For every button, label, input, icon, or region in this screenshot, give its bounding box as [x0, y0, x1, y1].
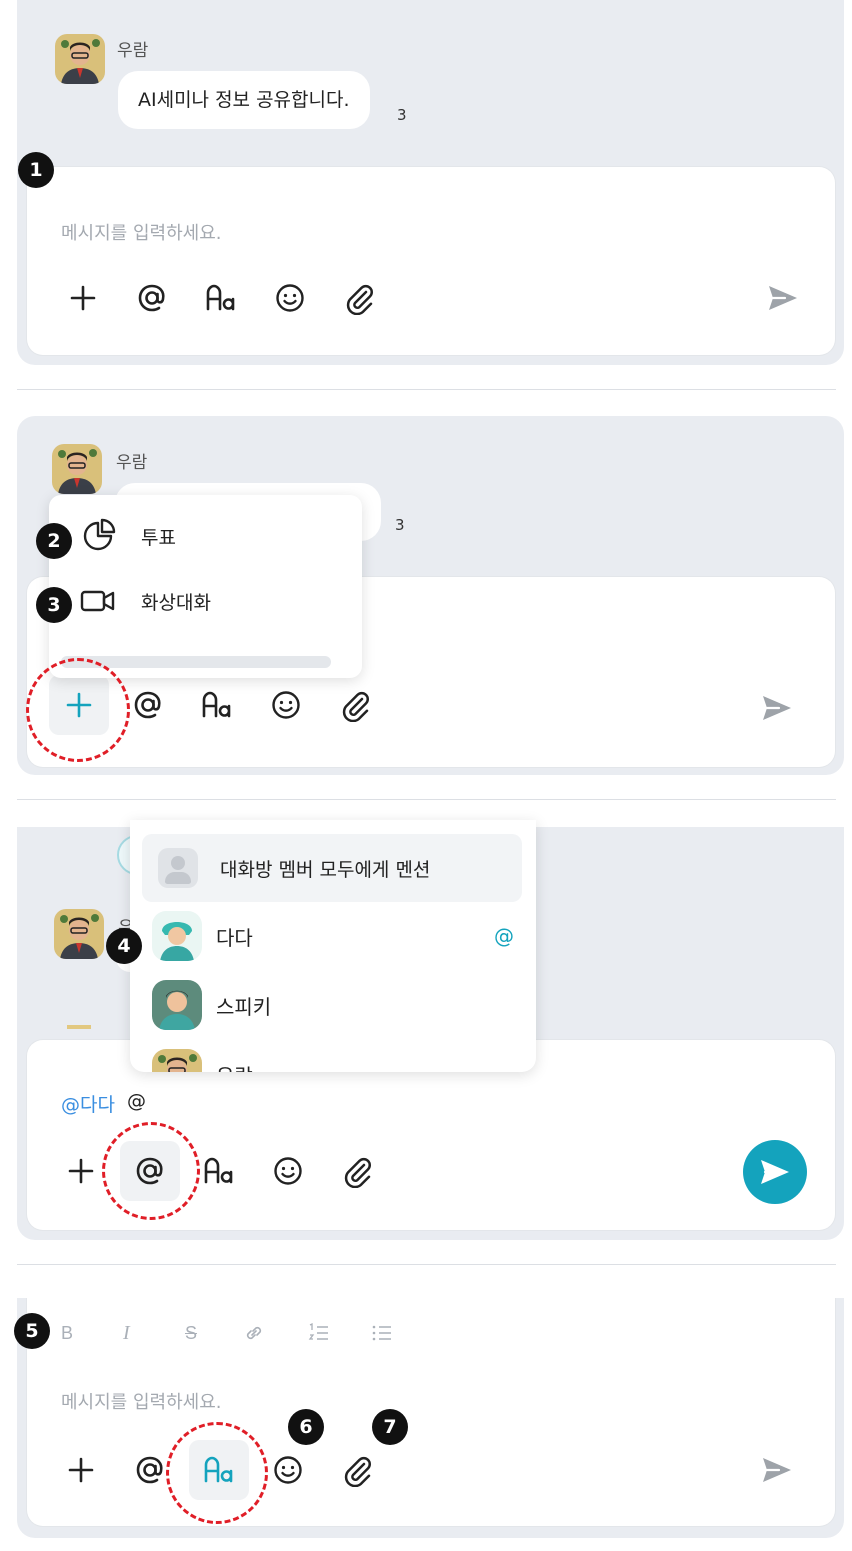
avatar[interactable] [54, 909, 104, 959]
menu-item-video-call[interactable]: 화상대화 [79, 582, 211, 620]
highlight-circle [26, 658, 130, 762]
paperclip-icon [340, 1154, 374, 1188]
message-composer: 메시지를 입력하세요. [27, 167, 835, 355]
mention-tag[interactable]: @다다 [61, 1090, 115, 1117]
strikethrough-button[interactable]: S [185, 1323, 197, 1344]
paperclip-icon [340, 1453, 374, 1487]
sender-name: 우람 [116, 453, 148, 473]
callout-badge-5: 5 [14, 1313, 50, 1349]
highlight-circle [102, 1122, 200, 1220]
attach-button[interactable] [327, 1141, 387, 1201]
emoji-icon [271, 1154, 305, 1188]
paperclip-icon [342, 281, 376, 315]
paperclip-icon [338, 688, 372, 722]
message-composer: B I S 메시지를 입력하세요. [27, 1298, 835, 1526]
italic-button[interactable]: I [123, 1322, 130, 1345]
mention-all-option[interactable]: 대화방 멤버 모두에게 멘션 [142, 834, 522, 902]
send-button[interactable] [743, 1140, 807, 1204]
mention-mark: @ [494, 924, 514, 948]
ordered-list-icon[interactable] [308, 1322, 330, 1344]
link-icon[interactable] [243, 1322, 265, 1344]
read-count: 3 [395, 516, 405, 534]
menu-item-label: 화상대화 [141, 591, 211, 614]
send-button[interactable] [745, 676, 809, 740]
plus-icon [64, 1453, 98, 1487]
emoji-icon [271, 1453, 305, 1487]
mention-list: 대화방 멤버 모두에게 멘션 다다 @ 스피키 우람 [130, 820, 536, 1072]
callout-badge-6: 6 [288, 1409, 324, 1445]
mention-button[interactable] [122, 268, 182, 328]
composer-text[interactable]: @다다 @ [61, 1090, 146, 1117]
emoji-icon [269, 688, 303, 722]
at-icon [133, 1453, 167, 1487]
highlight-circle [166, 1422, 268, 1524]
chat-panel-plus-menu: 우람 3 투표 화상대화 [17, 416, 844, 775]
plus-icon [66, 281, 100, 315]
poll-icon [83, 518, 116, 551]
plus-icon [64, 1154, 98, 1188]
read-count: 3 [397, 106, 407, 124]
send-icon [765, 280, 801, 316]
mention-member[interactable]: 다다 @ [152, 911, 514, 961]
avatar [152, 980, 202, 1030]
avatar [152, 911, 202, 961]
mention-member[interactable]: 우람 [152, 1049, 253, 1072]
emoji-button[interactable] [256, 675, 316, 735]
section-divider [17, 1264, 836, 1265]
callout-badge-1: 1 [18, 152, 54, 188]
message-bubble[interactable]: AI세미나 정보 공유합니다. [118, 71, 370, 129]
text-format-icon [200, 688, 234, 722]
chat-panel-formatting: B I S 메시지를 입력하세요. [17, 1298, 844, 1538]
send-icon [757, 1154, 793, 1190]
callout-badge-7: 7 [372, 1409, 408, 1445]
avatar-edge [67, 1025, 91, 1029]
text-format-icon [204, 281, 238, 315]
member-name: 스피키 [216, 994, 272, 1019]
attach-button[interactable] [327, 1440, 387, 1500]
member-name: 다다 [216, 925, 253, 950]
attach-button[interactable] [329, 268, 389, 328]
section-divider [17, 799, 836, 800]
message-input[interactable]: 메시지를 입력하세요. [61, 1388, 221, 1414]
group-avatar-icon [158, 848, 198, 888]
emoji-icon [273, 281, 307, 315]
callout-badge-4: 4 [106, 928, 142, 964]
at-icon [135, 281, 169, 315]
mention-member[interactable]: 스피키 [152, 980, 271, 1030]
plus-menu: 투표 화상대화 [49, 495, 362, 678]
typed-text: @ [126, 1090, 146, 1112]
at-icon [131, 688, 165, 722]
send-icon [759, 1452, 795, 1488]
section-divider [17, 389, 836, 390]
emoji-button[interactable] [258, 1141, 318, 1201]
callout-badge-2: 2 [36, 523, 72, 559]
avatar[interactable] [55, 34, 105, 84]
callout-badge-3: 3 [36, 587, 72, 623]
video-icon [80, 590, 115, 612]
send-icon [759, 690, 795, 726]
attach-button[interactable] [325, 675, 385, 735]
bold-button[interactable]: B [61, 1323, 73, 1344]
text-format-icon [202, 1154, 236, 1188]
chat-panel-default: 우람 AI세미나 정보 공유합니다. 3 메시지를 입력하세요. [17, 0, 844, 365]
member-name: 우람 [216, 1060, 253, 1073]
mention-all-label: 대화방 멤버 모두에게 멘션 [220, 858, 431, 881]
menu-item-poll[interactable]: 투표 [79, 517, 176, 555]
plus-button[interactable] [51, 1440, 111, 1500]
sender-name: 우람 [117, 41, 149, 61]
avatar[interactable] [52, 444, 102, 494]
send-button[interactable] [751, 266, 815, 330]
bullet-list-icon[interactable] [371, 1322, 393, 1344]
send-button[interactable] [745, 1438, 809, 1502]
text-format-button[interactable] [187, 675, 247, 735]
emoji-button[interactable] [260, 268, 320, 328]
plus-button[interactable] [53, 268, 113, 328]
text-format-button[interactable] [191, 268, 251, 328]
menu-item-label: 투표 [141, 526, 176, 549]
avatar [152, 1049, 202, 1072]
message-input[interactable]: 메시지를 입력하세요. [61, 219, 221, 245]
